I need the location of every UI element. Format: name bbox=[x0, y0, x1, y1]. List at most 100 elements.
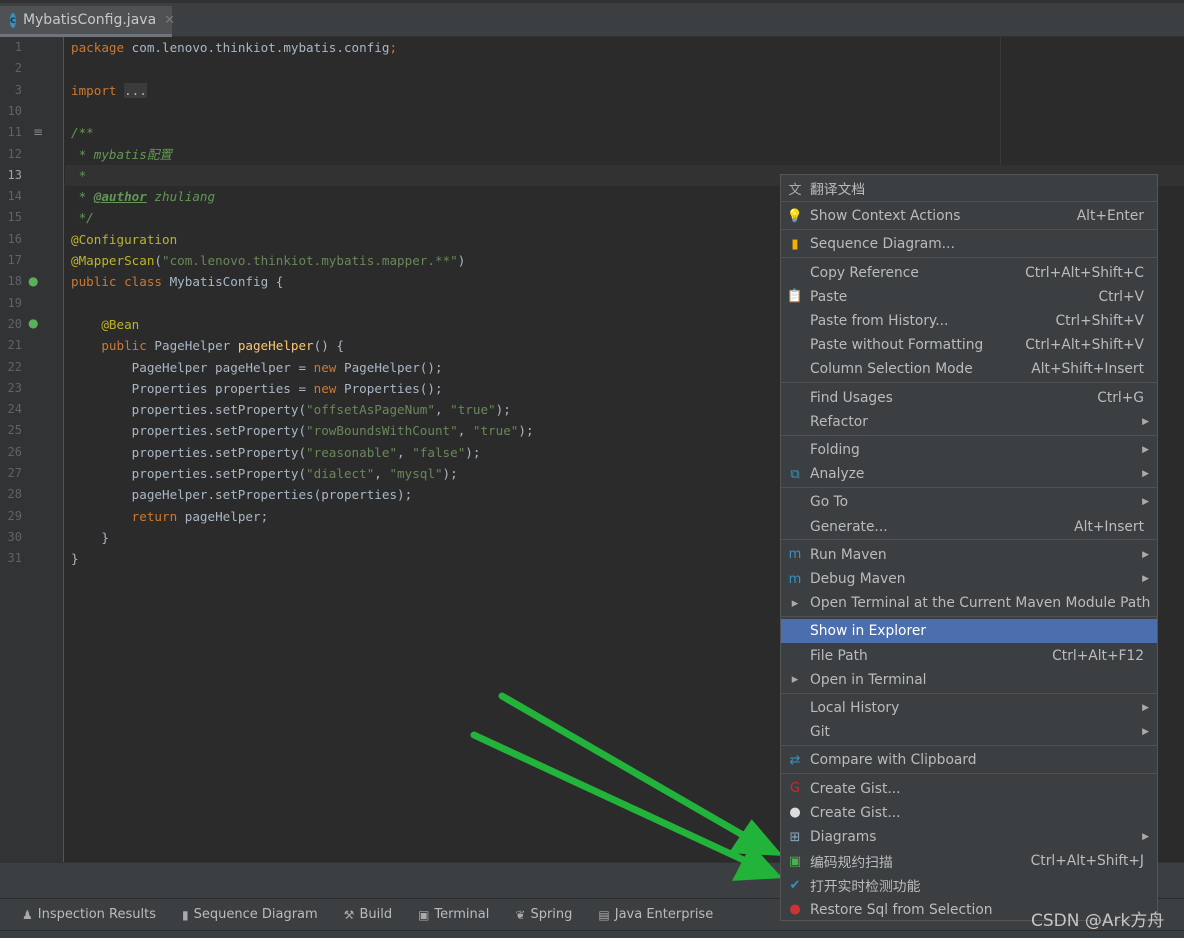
line-number: 16 bbox=[7, 231, 22, 246]
menu-item-folding[interactable]: Folding ▶ bbox=[781, 438, 1157, 462]
menu-item-label: 编码规约扫描 bbox=[810, 855, 893, 872]
doc-render-icon[interactable]: ≡ bbox=[33, 125, 43, 139]
menu-item-[interactable]: 文翻译文档 bbox=[781, 176, 1157, 200]
menu-item-paste[interactable]: 📋 Paste Ctrl+V bbox=[781, 285, 1157, 309]
menu-item-run-maven[interactable]: m Run Maven ▶ bbox=[781, 543, 1157, 567]
menu-item-open-terminal-at-the-current-maven-module-path[interactable]: ▸ Open Terminal at the Current Maven Modu… bbox=[781, 591, 1157, 615]
code-line: package com.lenovo.thinkiot.mybatis.conf… bbox=[71, 37, 397, 58]
menu-item-label: Paste bbox=[810, 288, 848, 305]
maven-run-icon: m bbox=[788, 547, 802, 563]
spring-bean-icon[interactable]: ● bbox=[28, 316, 38, 330]
github-icon: ● bbox=[789, 805, 801, 821]
menu-item-debug-maven[interactable]: m Debug Maven ▶ bbox=[781, 567, 1157, 591]
menu-item-label: Folding bbox=[810, 442, 860, 458]
editor-tab-bar: c MybatisConfig.java ✕ bbox=[0, 0, 1184, 37]
code-token: * mybatis配置 bbox=[71, 146, 173, 162]
tool-window-java-enterprise[interactable]: ▤ Java Enterprise bbox=[598, 907, 713, 922]
spring-bean-icon[interactable]: ● bbox=[28, 274, 38, 288]
menu-item-shortcut: Ctrl+Alt+Shift+J bbox=[1030, 853, 1144, 870]
tool-window-build[interactable]: ⚒ Build bbox=[344, 907, 392, 922]
code-token: @MapperScan bbox=[71, 253, 155, 268]
code-token: "com.lenovo.thinkiot.mybatis.mapper.**" bbox=[162, 253, 458, 268]
menu-item-column-selection-mode[interactable]: Column Selection Mode Alt+Shift+Insert bbox=[781, 357, 1157, 381]
code-line: } bbox=[71, 548, 79, 569]
line-number: 1 bbox=[14, 40, 22, 54]
menu-item-go-to[interactable]: Go To ▶ bbox=[781, 490, 1157, 514]
menu-item-label: 打开实时检测功能 bbox=[810, 879, 921, 896]
menu-separator bbox=[781, 773, 1157, 775]
code-token: ); bbox=[495, 402, 511, 418]
menu-item-sequence-diagram[interactable]: ▮ Sequence Diagram... bbox=[781, 232, 1157, 256]
menu-item-shortcut: Ctrl+Alt+Shift+V bbox=[1025, 337, 1144, 354]
menu-item-diagrams[interactable]: ⊞ Diagrams ▶ bbox=[781, 825, 1157, 849]
code-token: ); bbox=[442, 466, 458, 481]
menu-item-[interactable]: ▣ 编码规约扫描 Ctrl+Alt+Shift+J bbox=[781, 849, 1157, 873]
line-number: 23 bbox=[7, 380, 22, 395]
menu-item-create-gist[interactable]: G Create Gist... bbox=[781, 777, 1157, 801]
menu-item-generate[interactable]: Generate... Alt+Insert bbox=[781, 515, 1157, 539]
menu-item-copy-reference[interactable]: Copy Reference Ctrl+Alt+Shift+C bbox=[781, 261, 1157, 285]
close-icon[interactable]: ✕ bbox=[164, 13, 175, 28]
menu-item-label: Column Selection Mode bbox=[810, 361, 973, 378]
tab-mybatisconfig[interactable]: c MybatisConfig.java ✕ bbox=[0, 6, 175, 37]
menu-item-git[interactable]: Git ▶ bbox=[781, 720, 1157, 744]
menu-item-label: Find Usages bbox=[810, 389, 893, 406]
menu-item-shortcut: Ctrl+V bbox=[1098, 288, 1144, 305]
java-enterprise-icon: ▤ bbox=[598, 907, 610, 922]
code-token: import bbox=[71, 82, 125, 98]
tool-window-terminal[interactable]: ▣ Terminal bbox=[418, 907, 489, 922]
code-token: com.lenovo.thinkiot.mybatis.config bbox=[131, 40, 390, 55]
menu-item-label: Open Terminal at the Current Maven Modul… bbox=[810, 595, 1151, 612]
code-token: , bbox=[434, 402, 451, 418]
menu-item-find-usages[interactable]: Find Usages Ctrl+G bbox=[781, 386, 1157, 410]
code-line: pageHelper.setProperties(properties); bbox=[71, 484, 413, 505]
menu-separator bbox=[781, 200, 1157, 202]
menu-item-shortcut: Ctrl+Alt+Shift+C bbox=[1025, 264, 1144, 281]
compare-icon: ⇄ bbox=[789, 752, 801, 768]
menu-item-file-path[interactable]: File Path Ctrl+Alt+F12 bbox=[781, 644, 1157, 668]
menu-item-label: Debug Maven bbox=[810, 571, 906, 587]
code-token: , bbox=[374, 466, 390, 481]
maven-terminal-icon: ▸ bbox=[791, 595, 799, 611]
code-token: package bbox=[71, 40, 132, 55]
tool-window-spring[interactable]: ❦ Spring bbox=[515, 907, 572, 922]
submenu-arrow-icon: ▶ bbox=[1142, 549, 1149, 560]
menu-item-analyze[interactable]: ⧉ Analyze ▶ bbox=[781, 462, 1157, 486]
tool-window-sequence-diagram[interactable]: ▮ Sequence Diagram bbox=[182, 907, 318, 922]
menu-item-compare-with-clipboard[interactable]: ⇄ Compare with Clipboard bbox=[781, 748, 1157, 772]
menu-item-shortcut: Alt+Enter bbox=[1076, 208, 1144, 225]
line-number: 27 bbox=[7, 466, 22, 480]
menu-item-show-in-explorer[interactable]: Show in Explorer bbox=[781, 619, 1157, 644]
menu-item-paste-without-formatting[interactable]: Paste without Formatting Ctrl+Alt+Shift+V bbox=[781, 333, 1157, 357]
menu-item-create-gist[interactable]: ● Create Gist... bbox=[781, 801, 1157, 825]
menu-item-open-in-terminal[interactable]: ▸ Open in Terminal bbox=[781, 668, 1157, 692]
menu-separator bbox=[781, 615, 1157, 617]
watermark: CSDN @Ark方舟 bbox=[1031, 911, 1165, 931]
menu-item-label: Create Gist... bbox=[810, 780, 901, 797]
code-token: pageHelper; bbox=[184, 508, 269, 524]
menu-item-local-history[interactable]: Local History ▶ bbox=[781, 696, 1157, 720]
menu-item-label: Paste from History... bbox=[810, 313, 949, 329]
menu-item-label: Diagrams bbox=[810, 829, 877, 845]
code-scan-icon: ▣ bbox=[788, 853, 802, 869]
menu-separator bbox=[781, 692, 1157, 694]
menu-item-[interactable]: ✔ 打开实时检测功能 bbox=[781, 873, 1157, 897]
code-line: properties.setProperty("reasonable", "fa… bbox=[71, 442, 481, 463]
code-token: "true" bbox=[450, 402, 496, 418]
code-line: properties.setProperty("rowBoundsWithCou… bbox=[71, 420, 534, 441]
tool-window-inspection-results[interactable]: ♟ Inspection Results bbox=[22, 907, 156, 922]
code-line: properties.setProperty("offsetAsPageNum"… bbox=[71, 399, 511, 420]
code-token: public class bbox=[71, 274, 170, 290]
terminal-icon: ▣ bbox=[418, 907, 430, 922]
menu-item-show-context-actions[interactable]: 💡 Show Context Actions Alt+Enter bbox=[781, 204, 1157, 228]
context-menu: 文翻译文档 💡 Show Context Actions Alt+Enter ▮ Sequ… bbox=[780, 174, 1158, 921]
mybatis-bird-icon: ● bbox=[789, 902, 801, 918]
menu-item-refactor[interactable]: Refactor ▶ bbox=[781, 410, 1157, 434]
code-token: new bbox=[313, 380, 344, 396]
code-token: ( bbox=[154, 253, 162, 268]
sequence-diagram-icon: ▮ bbox=[791, 236, 799, 252]
line-number: 22 bbox=[7, 359, 22, 374]
menu-item-paste-from-history[interactable]: Paste from History... Ctrl+Shift+V bbox=[781, 309, 1157, 333]
code-token: Properties properties = bbox=[71, 380, 314, 396]
code-token: "false" bbox=[412, 444, 466, 460]
